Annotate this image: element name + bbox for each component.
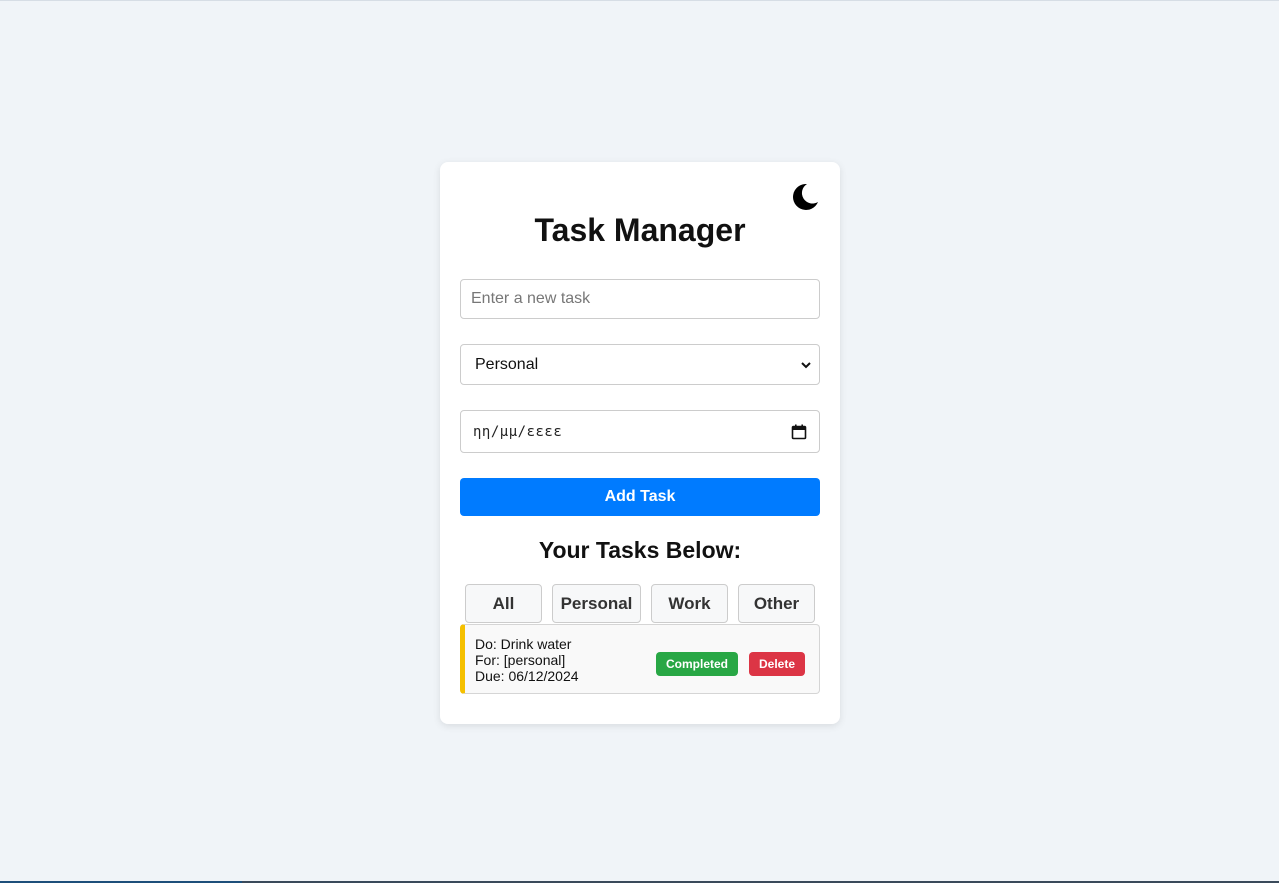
task-input[interactable]: [460, 279, 820, 319]
add-task-button[interactable]: Add Task: [460, 478, 820, 516]
tasks-heading: Your Tasks Below:: [538, 537, 742, 563]
due-date-placeholder: ηη/μμ/εεεε: [473, 423, 563, 440]
chevron-down-icon: [801, 362, 811, 369]
task-completed-button[interactable]: Completed: [656, 652, 738, 676]
theme-toggle-button[interactable]: [788, 180, 822, 214]
filter-all-button[interactable]: All: [465, 584, 542, 623]
task-manager-card: Task Manager Personal ηη/μμ/εεεε Add Tas…: [440, 162, 840, 724]
filter-work-button[interactable]: Work: [651, 584, 728, 623]
task-list-item: Do: Drink water For: [personal] Due: 06/…: [460, 624, 820, 694]
task-details: Do: Drink water For: [personal] Due: 06/…: [475, 636, 579, 684]
due-date-input[interactable]: ηη/μμ/εεεε: [460, 410, 820, 453]
page-title: Task Manager: [534, 212, 746, 248]
filter-personal-button[interactable]: Personal: [552, 584, 641, 623]
task-category-text: For: [personal]: [475, 652, 566, 668]
category-select[interactable]: Personal: [460, 344, 820, 385]
calendar-icon[interactable]: [791, 424, 807, 440]
moon-icon: [793, 183, 818, 210]
task-delete-button[interactable]: Delete: [749, 652, 805, 676]
filter-other-button[interactable]: Other: [738, 584, 815, 623]
category-select-value: Personal: [475, 355, 539, 373]
task-due-text: Due: 06/12/2024: [475, 668, 579, 684]
task-do-text: Do: Drink water: [475, 636, 572, 652]
